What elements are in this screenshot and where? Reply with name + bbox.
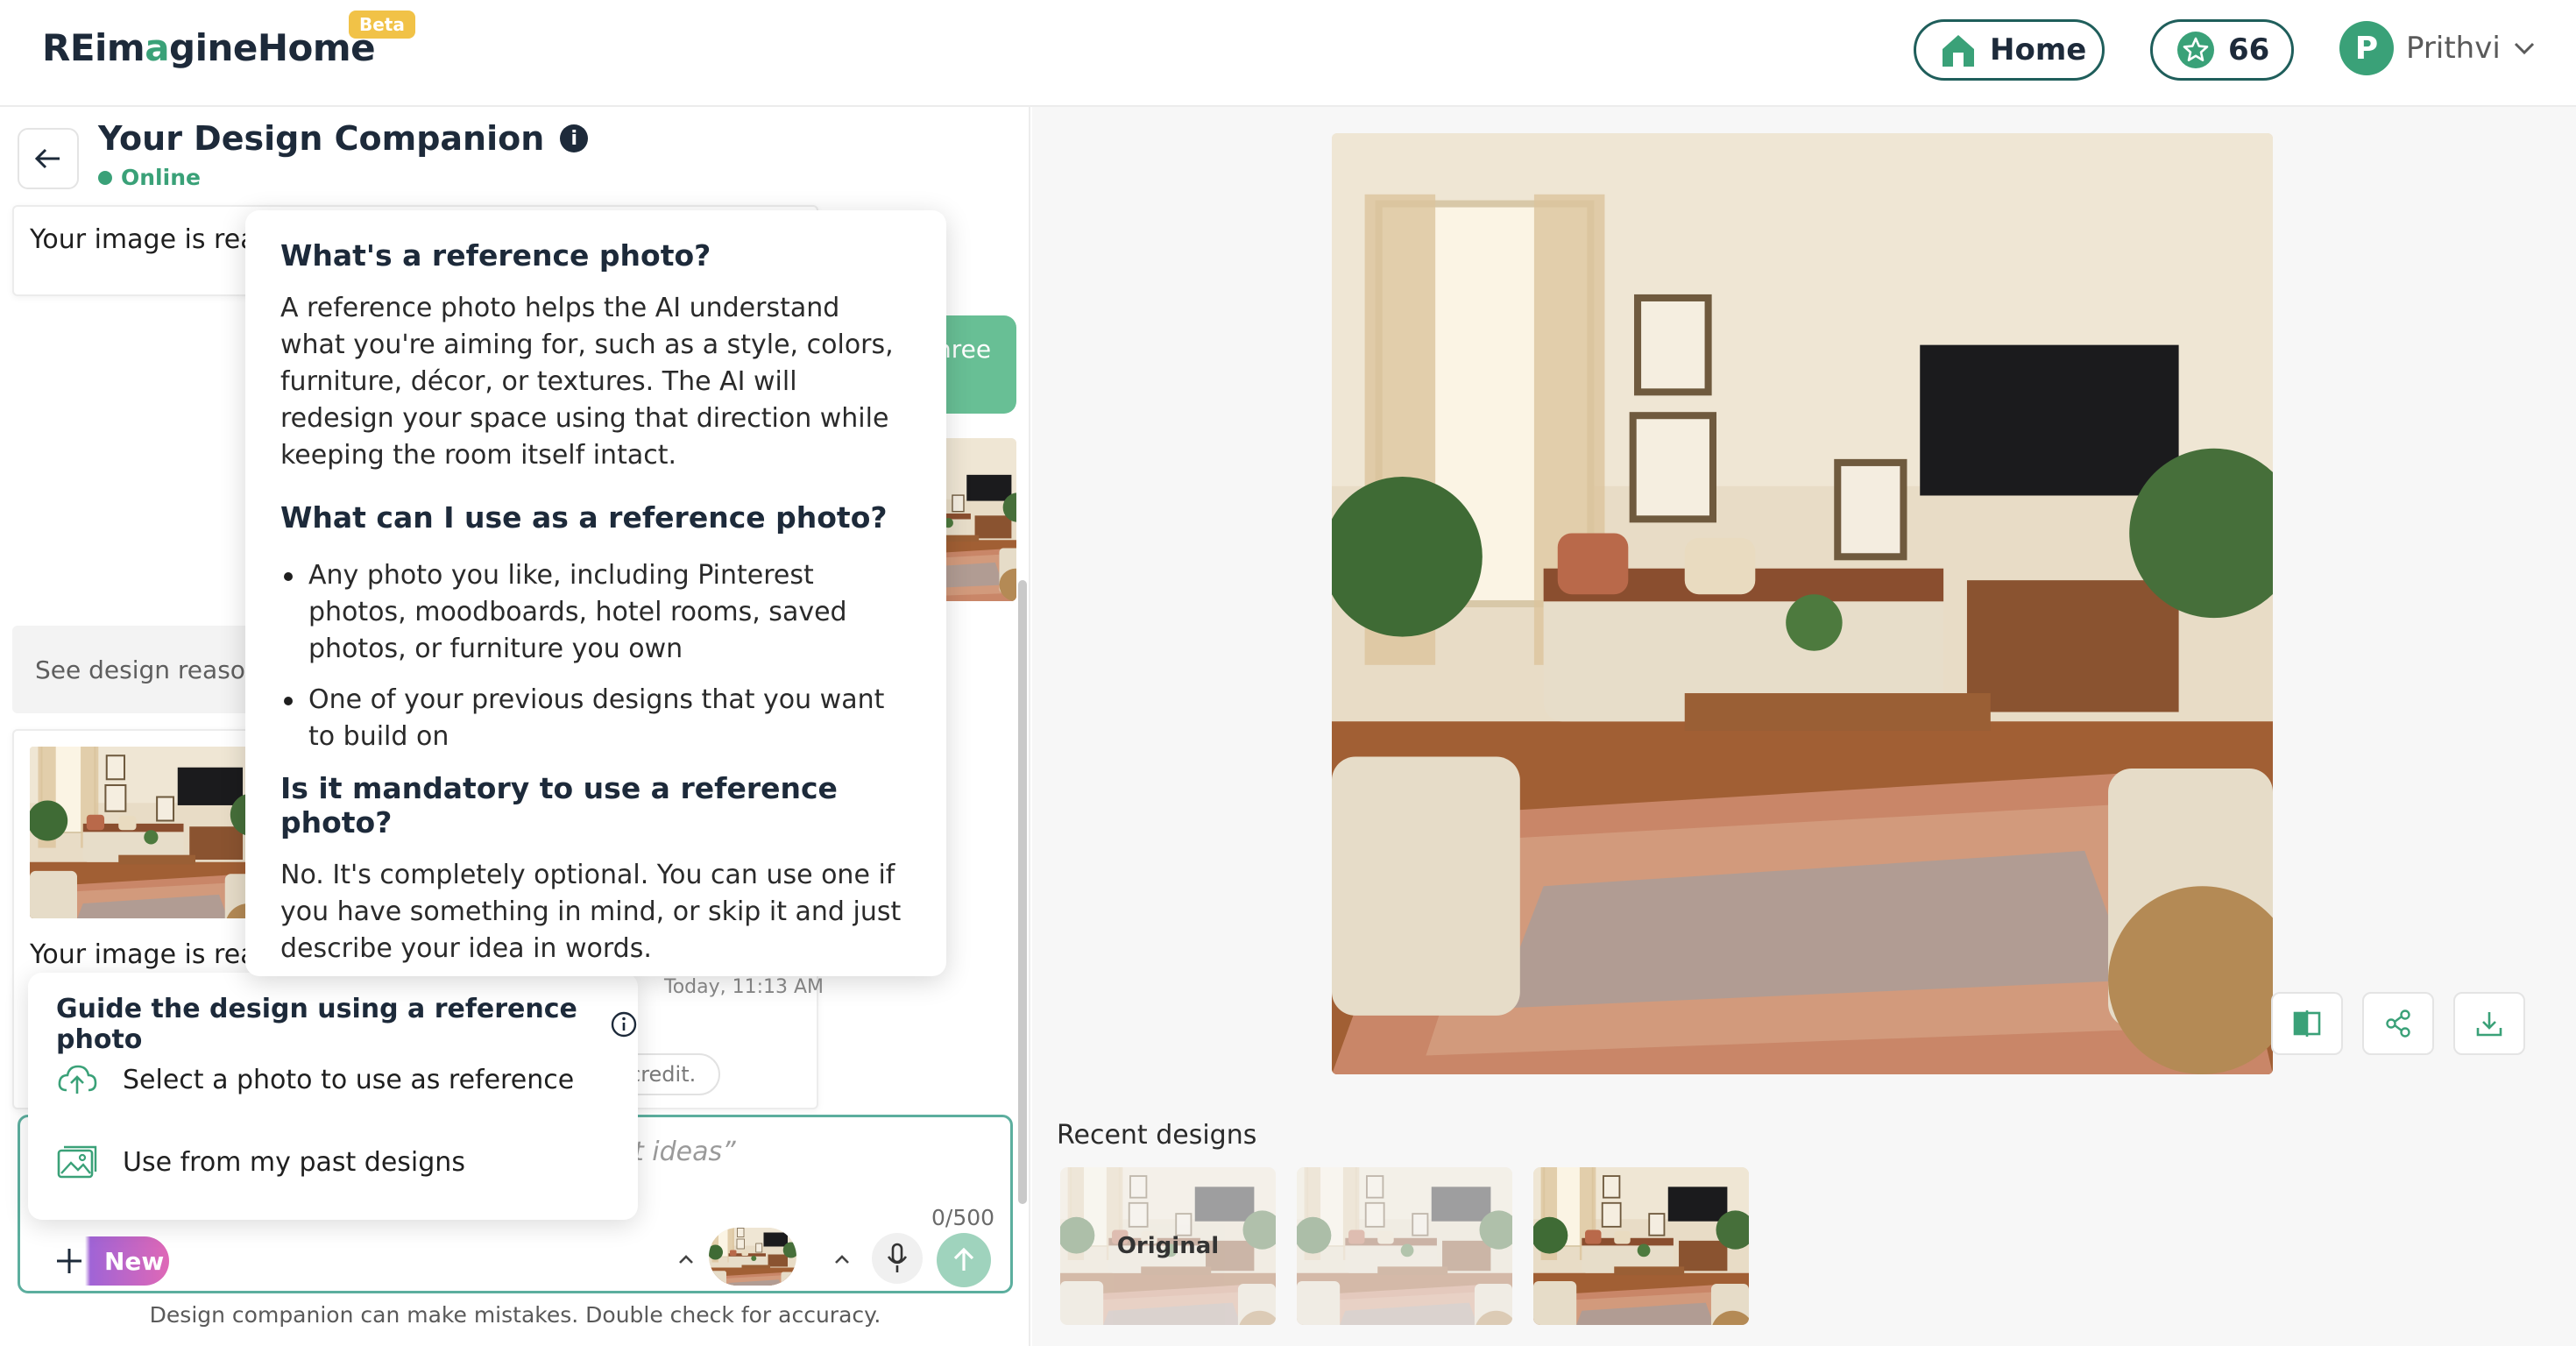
voice-chevron-up-button[interactable] [824,1242,860,1277]
popover-heading-3: Is it mandatory to use a reference photo… [280,771,838,839]
info-icon[interactable]: i [560,124,589,152]
design-preview-image[interactable] [1332,133,2273,1074]
generated-design-thumbnail[interactable] [30,747,266,918]
guide-title-text: Guide the design using a reference photo [56,994,577,1055]
share-button[interactable] [2362,992,2434,1055]
chat-scrollbar[interactable] [1018,580,1027,1204]
chevron-up-icon [833,1253,851,1265]
use-past-designs-label: Use from my past designs [123,1146,465,1178]
share-icon [2383,1009,2413,1038]
message-timestamp: Today, 11:13 AM [664,976,824,998]
char-counter: 0/500 [931,1205,995,1230]
chevron-up-icon [677,1253,695,1265]
top-header: REimagineHome Beta Home 66 P Prithvi [0,0,2576,107]
chat-title-text: Your Design Companion [98,119,545,158]
reference-photo-menu: Guide the design using a reference photo… [28,973,638,1220]
recent-design-original[interactable]: Original [1060,1167,1276,1325]
guide-title: Guide the design using a reference photo [56,994,638,1055]
design-preview-panel: Recent designs Original [1032,107,2576,1346]
compare-icon [2292,1009,2322,1038]
popover-paragraph-1: A reference photo helps the AI understan… [280,293,894,471]
logo-text-1: REim [42,26,145,69]
popover-heading-2: What can I use as a reference photo? [280,500,888,535]
disclaimer-text: Design companion can make mistakes. Doub… [149,1302,881,1328]
composer-placeholder: t ideas” [633,1137,736,1167]
user-menu[interactable]: P Prithvi [2339,19,2536,77]
logo-text-2: gineHome [169,26,376,69]
popover-heading-1: What's a reference photo? [280,238,711,273]
info-outline-icon[interactable] [610,1010,638,1038]
online-status: Online [98,165,201,190]
use-past-designs-option[interactable]: Use from my past designs [56,1136,465,1188]
message-text: Your image is rea [30,224,257,255]
credits-button[interactable]: 66 [2150,19,2294,81]
cloud-upload-icon [56,1062,98,1097]
recent-designs-heading: Recent designs [1057,1120,1257,1151]
microphone-button[interactable] [872,1233,923,1284]
online-status-text: Online [121,165,201,190]
credits-count: 66 [2228,32,2270,67]
new-button[interactable]: New [41,1236,169,1286]
credit-chip-text: credit. [629,1062,697,1087]
arrow-left-icon [33,146,63,171]
app-root: REimagineHome Beta Home 66 P Prithvi You… [0,0,2576,1346]
reference-chevron-up-button[interactable] [669,1242,704,1277]
select-reference-photo-label: Select a photo to use as reference [123,1064,575,1095]
house-icon [1939,32,1978,68]
home-button[interactable]: Home [1914,19,2105,81]
plus-icon [48,1240,90,1282]
chevron-down-icon [2513,40,2536,56]
arrow-up-icon [951,1246,977,1274]
send-button[interactable] [937,1233,991,1287]
home-label: Home [1990,32,2087,67]
popover-paragraph-3: No. It's completely optional. You can us… [280,860,902,964]
popover-list-item: One of your previous designs that you wa… [280,682,911,755]
star-badge-icon [2176,30,2216,70]
brand-logo[interactable]: REimagineHome [42,26,376,69]
message-text: Your image is rea [30,939,257,970]
popover-list: Any photo you like, including Pinterest … [280,557,911,755]
image-gallery-icon [56,1144,98,1180]
compare-button[interactable] [2271,992,2343,1055]
recent-design-thumbnail[interactable] [1297,1167,1512,1325]
user-name: Prithvi [2406,31,2501,66]
original-label: Original [1116,1233,1220,1259]
new-label: New [104,1246,165,1276]
download-icon [2474,1009,2504,1038]
select-reference-photo-option[interactable]: Select a photo to use as reference [56,1053,574,1106]
chat-title: Your Design Companion i [98,119,589,158]
reference-photo-popover: What's a reference photo? A reference ph… [245,210,946,976]
logo-text-accent: a [145,26,170,69]
microphone-icon [886,1243,909,1274]
beta-badge: Beta [349,11,415,39]
back-button[interactable] [18,128,79,189]
popover-list-item: Any photo you like, including Pinterest … [280,557,911,668]
recent-design-thumbnail-selected[interactable] [1533,1167,1749,1325]
reference-photo-thumbnail[interactable] [709,1228,796,1286]
reasoning-text: See design reasor [35,655,256,684]
avatar: P [2339,21,2394,75]
online-dot-icon [98,170,112,185]
download-button[interactable] [2453,992,2525,1055]
